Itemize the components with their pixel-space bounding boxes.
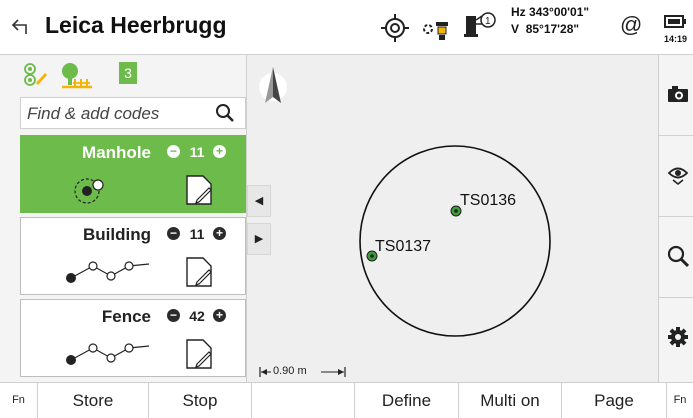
increment-button[interactable]: + xyxy=(213,145,226,158)
page-title: Leica Heerbrugg xyxy=(45,12,227,38)
fn-key-right[interactable]: Fn xyxy=(667,383,693,418)
softkey-bar: Fn Store Stop Define Multi on Page Fn xyxy=(0,382,693,418)
code-card-manhole[interactable]: Manhole − 11 + xyxy=(20,135,246,213)
multi-on-button[interactable]: Multi on xyxy=(459,383,562,418)
point-code-tab-icon[interactable] xyxy=(23,61,49,87)
reflectorless-laser-icon[interactable]: 1 xyxy=(458,10,498,42)
point-label: TS0137 xyxy=(375,238,432,255)
camera-button[interactable] xyxy=(659,55,693,136)
code-count: 11 xyxy=(189,226,205,242)
visibility-button[interactable] xyxy=(659,136,693,217)
code-search-box[interactable] xyxy=(20,97,246,129)
angle-readout: Hz 343°00'01" V 85°17'28" xyxy=(511,4,589,38)
code-name: Building xyxy=(83,225,151,244)
search-icon[interactable] xyxy=(215,103,235,123)
map-search-button[interactable] xyxy=(659,217,693,298)
decrement-button[interactable]: − xyxy=(167,309,180,322)
code-panel: 3 Manhole − 11 + Building − 11 xyxy=(0,55,247,382)
increment-button[interactable]: + xyxy=(213,309,226,322)
svg-text:1: 1 xyxy=(485,16,491,27)
collapse-panel-button[interactable]: ◀ xyxy=(247,185,271,217)
stop-button[interactable]: Stop xyxy=(149,383,252,418)
back-arrow-icon[interactable] xyxy=(10,17,32,37)
expand-panel-button[interactable]: ▶ xyxy=(247,223,271,255)
code-card-fence[interactable]: Fence − 42 + xyxy=(20,299,246,377)
settings-gear-icon xyxy=(668,327,688,347)
battery-icon xyxy=(664,15,686,28)
edit-code-icon[interactable] xyxy=(185,256,213,288)
empty-softkey[interactable] xyxy=(252,383,355,418)
scale-label: 0.90 m xyxy=(273,365,307,377)
code-name: Manhole xyxy=(82,143,151,162)
v-label: V xyxy=(511,22,520,36)
decrement-button[interactable]: − xyxy=(167,145,180,158)
hz-label: Hz xyxy=(511,5,526,19)
point-label: TS0136 xyxy=(460,192,517,209)
clock-time: 14:19 xyxy=(664,34,688,44)
page-button[interactable]: Page xyxy=(562,383,667,418)
target-icon[interactable] xyxy=(381,14,409,42)
edit-code-icon[interactable] xyxy=(185,338,213,370)
code-count: 42 xyxy=(189,308,205,324)
store-button[interactable]: Store xyxy=(38,383,149,418)
v-value: 85°17'28" xyxy=(525,22,580,36)
fn-key-left[interactable]: Fn xyxy=(0,383,38,418)
connection-at-icon[interactable]: @ xyxy=(620,12,642,38)
settings-button[interactable] xyxy=(659,298,693,379)
code-name: Fence xyxy=(101,307,151,326)
code-count-tab[interactable]: 3 xyxy=(119,62,137,84)
point-symbol-icon xyxy=(74,178,104,204)
prism-icon[interactable] xyxy=(422,16,452,42)
line-symbol-icon xyxy=(66,261,150,283)
eye-icon xyxy=(667,167,689,185)
map-view[interactable]: TS0136 TS0137 0.90 m ◀ ▶ xyxy=(247,55,658,382)
increment-button[interactable]: + xyxy=(213,227,226,240)
code-card-building[interactable]: Building − 11 + xyxy=(20,217,246,295)
code-search-input[interactable] xyxy=(27,104,197,124)
search-icon xyxy=(667,245,689,268)
hz-value: 343°00'01" xyxy=(529,5,590,19)
map-canvas xyxy=(259,145,551,377)
title-bar: Leica Heerbrugg 1 Hz 343°00'01" V 85°17'… xyxy=(0,0,693,55)
code-count: 11 xyxy=(189,144,205,160)
right-toolbar xyxy=(658,55,693,382)
line-symbol-icon xyxy=(66,343,150,365)
define-button[interactable]: Define xyxy=(355,383,459,418)
decrement-button[interactable]: − xyxy=(167,227,180,240)
edit-code-icon[interactable] xyxy=(185,174,213,206)
camera-icon xyxy=(668,86,688,102)
line-code-tab-icon[interactable] xyxy=(60,61,94,91)
